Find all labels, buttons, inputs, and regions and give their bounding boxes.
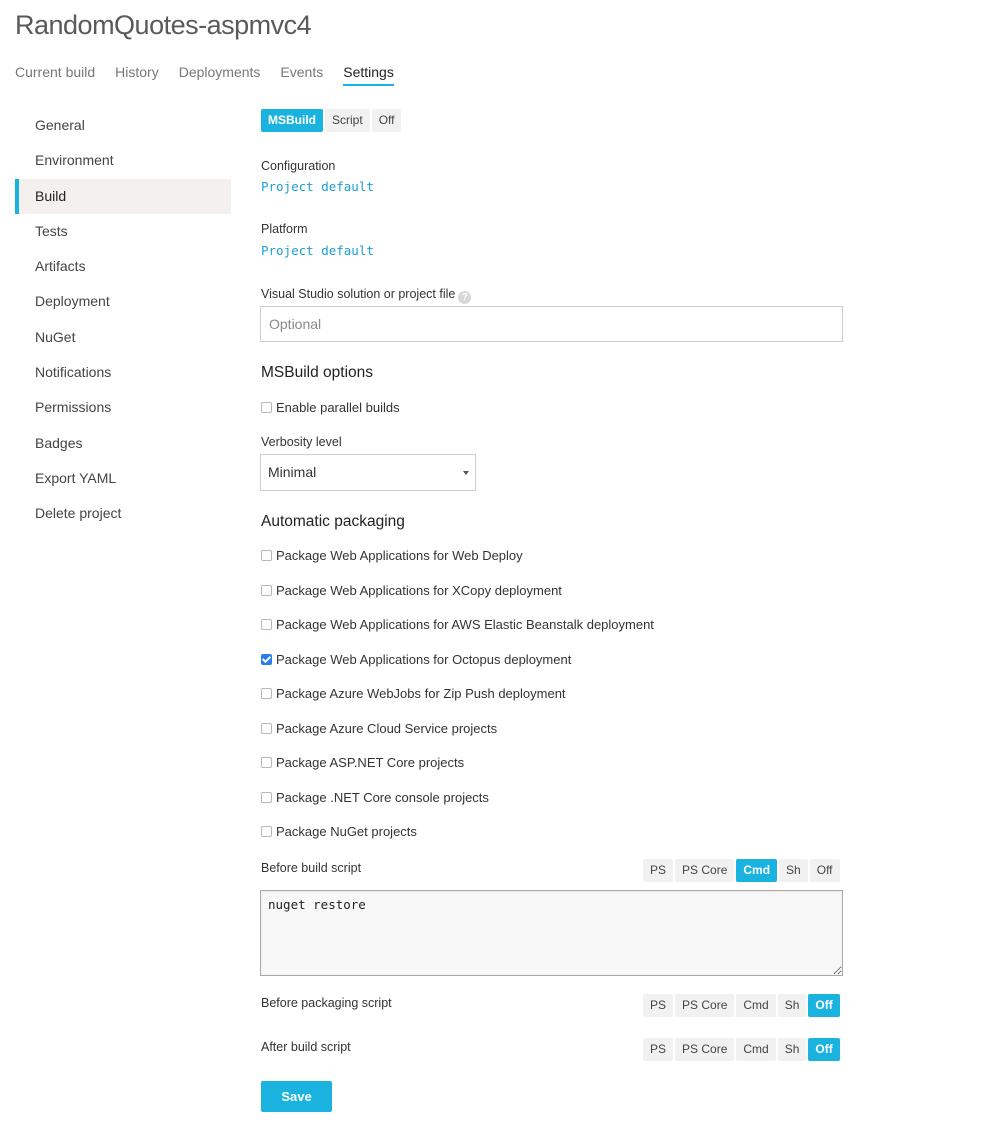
msbuild-options-heading: MSBuild options (261, 364, 374, 381)
automatic-packaging-heading: Automatic packaging (261, 513, 405, 530)
checkbox[interactable] (261, 585, 272, 596)
tab-events[interactable]: Events (280, 64, 323, 86)
sidebar-item-tests[interactable]: Tests (15, 214, 231, 249)
project-title: RandomQuotes-aspmvc4 (15, 10, 312, 40)
configuration-label: Configuration (261, 159, 336, 173)
checkbox[interactable] (261, 757, 272, 768)
checkbox[interactable] (261, 826, 272, 837)
project-tabs: Current build History Deployments Events… (15, 64, 414, 86)
script-type-ps[interactable]: PS (643, 994, 674, 1017)
packaging-option-label: Package Azure WebJobs for Zip Push deplo… (276, 686, 566, 701)
packaging-option[interactable]: Package Web Applications for AWS Elastic… (261, 617, 654, 632)
after-build-script-label: After build script (261, 1040, 351, 1054)
script-type-ps-core[interactable]: PS Core (675, 859, 735, 882)
checkbox[interactable] (261, 619, 272, 630)
platform-value[interactable]: Project default (261, 243, 374, 258)
sidebar-item-export-yaml[interactable]: Export YAML (15, 461, 231, 496)
sidebar-item-build[interactable]: Build (15, 178, 231, 214)
packaging-option-label: Package Web Applications for AWS Elastic… (276, 617, 654, 632)
packaging-option[interactable]: Package NuGet projects (261, 824, 417, 839)
script-type-cmd[interactable]: Cmd (736, 1038, 776, 1061)
sidebar-item-deployment[interactable]: Deployment (15, 284, 231, 319)
checkbox[interactable] (261, 688, 272, 699)
sidebar-item-badges[interactable]: Badges (15, 426, 231, 461)
checkbox-checked[interactable] (261, 654, 272, 665)
packaging-option-label: Package Web Applications for XCopy deplo… (276, 583, 562, 598)
script-type-sh[interactable]: Sh (777, 1038, 807, 1061)
platform-label: Platform (261, 222, 308, 236)
sidebar-item-delete-project[interactable]: Delete project (15, 496, 231, 531)
packaging-option[interactable]: Package Web Applications for Octopus dep… (261, 652, 571, 667)
packaging-option-label: Package ASP.NET Core projects (276, 755, 465, 770)
save-button[interactable]: Save (261, 1081, 332, 1112)
packaging-option[interactable]: Package Azure WebJobs for Zip Push deplo… (261, 686, 566, 701)
packaging-option-label: Package Azure Cloud Service projects (276, 721, 498, 736)
sidebar-item-notifications[interactable]: Notifications (15, 355, 231, 390)
before-packaging-script-type-toggle: PS PS Core Cmd Sh Off (643, 994, 840, 1017)
settings-sidebar: General Environment Build Tests Artifact… (15, 108, 231, 532)
script-type-cmd[interactable]: Cmd (736, 859, 778, 882)
build-mode-msbuild[interactable]: MSBuild (261, 109, 323, 132)
verbosity-label: Verbosity level (261, 435, 342, 449)
packaging-option[interactable]: Package Web Applications for XCopy deplo… (261, 583, 562, 598)
packaging-option-label: Package Web Applications for Octopus dep… (276, 652, 572, 667)
sidebar-item-general[interactable]: General (15, 108, 231, 143)
script-type-sh[interactable]: Sh (779, 859, 808, 882)
packaging-option[interactable]: Package Web Applications for Web Deploy (261, 548, 523, 563)
script-type-ps-core[interactable]: PS Core (675, 994, 735, 1017)
build-mode-toggle: MSBuild Script Off (261, 109, 402, 132)
packaging-option[interactable]: Package ASP.NET Core projects (261, 755, 464, 770)
solution-file-label-text: Visual Studio solution or project file (261, 287, 456, 301)
script-type-ps[interactable]: PS (643, 859, 674, 882)
script-type-sh[interactable]: Sh (777, 994, 807, 1017)
checkbox[interactable] (261, 550, 272, 561)
script-type-cmd[interactable]: Cmd (736, 994, 776, 1017)
checkbox[interactable] (261, 792, 272, 803)
tab-settings[interactable]: Settings (343, 64, 394, 86)
chevron-down-icon (463, 471, 469, 475)
script-type-off[interactable]: Off (809, 859, 840, 882)
script-type-ps-core[interactable]: PS Core (675, 1038, 735, 1061)
before-build-script-type-toggle: PS PS Core Cmd Sh Off (643, 859, 840, 882)
build-mode-off[interactable]: Off (371, 109, 402, 132)
parallel-builds-option[interactable]: Enable parallel builds (261, 400, 400, 415)
after-build-script-type-toggle: PS PS Core Cmd Sh Off (643, 1038, 840, 1061)
tab-deployments[interactable]: Deployments (179, 64, 261, 86)
build-mode-script[interactable]: Script (325, 109, 370, 132)
sidebar-item-environment[interactable]: Environment (15, 143, 231, 178)
help-icon[interactable]: ? (458, 291, 472, 304)
parallel-builds-label: Enable parallel builds (276, 400, 400, 415)
tab-current-build[interactable]: Current build (15, 64, 95, 86)
script-type-ps[interactable]: PS (643, 1038, 674, 1061)
before-packaging-script-label: Before packaging script (261, 996, 392, 1010)
script-type-off[interactable]: Off (808, 994, 840, 1017)
parallel-builds-checkbox[interactable] (261, 402, 272, 413)
before-build-script-textarea[interactable]: nuget restore (260, 890, 843, 976)
checkbox[interactable] (261, 723, 272, 734)
packaging-option-label: Package .NET Core console projects (276, 790, 489, 805)
packaging-option[interactable]: Package .NET Core console projects (261, 790, 489, 805)
verbosity-select[interactable]: Minimal (260, 454, 476, 491)
tab-history[interactable]: History (115, 64, 159, 86)
packaging-option-label: Package NuGet projects (276, 824, 417, 839)
packaging-option-label: Package Web Applications for Web Deploy (276, 548, 523, 563)
sidebar-item-permissions[interactable]: Permissions (15, 390, 231, 425)
solution-file-input[interactable] (260, 306, 843, 342)
verbosity-selected-value: Minimal (268, 464, 317, 480)
configuration-value[interactable]: Project default (261, 179, 374, 194)
solution-file-label: Visual Studio solution or project file? (261, 287, 472, 304)
before-build-script-label: Before build script (261, 861, 362, 875)
sidebar-item-nuget[interactable]: NuGet (15, 320, 231, 355)
packaging-option[interactable]: Package Azure Cloud Service projects (261, 721, 497, 736)
sidebar-item-artifacts[interactable]: Artifacts (15, 249, 231, 284)
script-type-off[interactable]: Off (808, 1038, 840, 1061)
